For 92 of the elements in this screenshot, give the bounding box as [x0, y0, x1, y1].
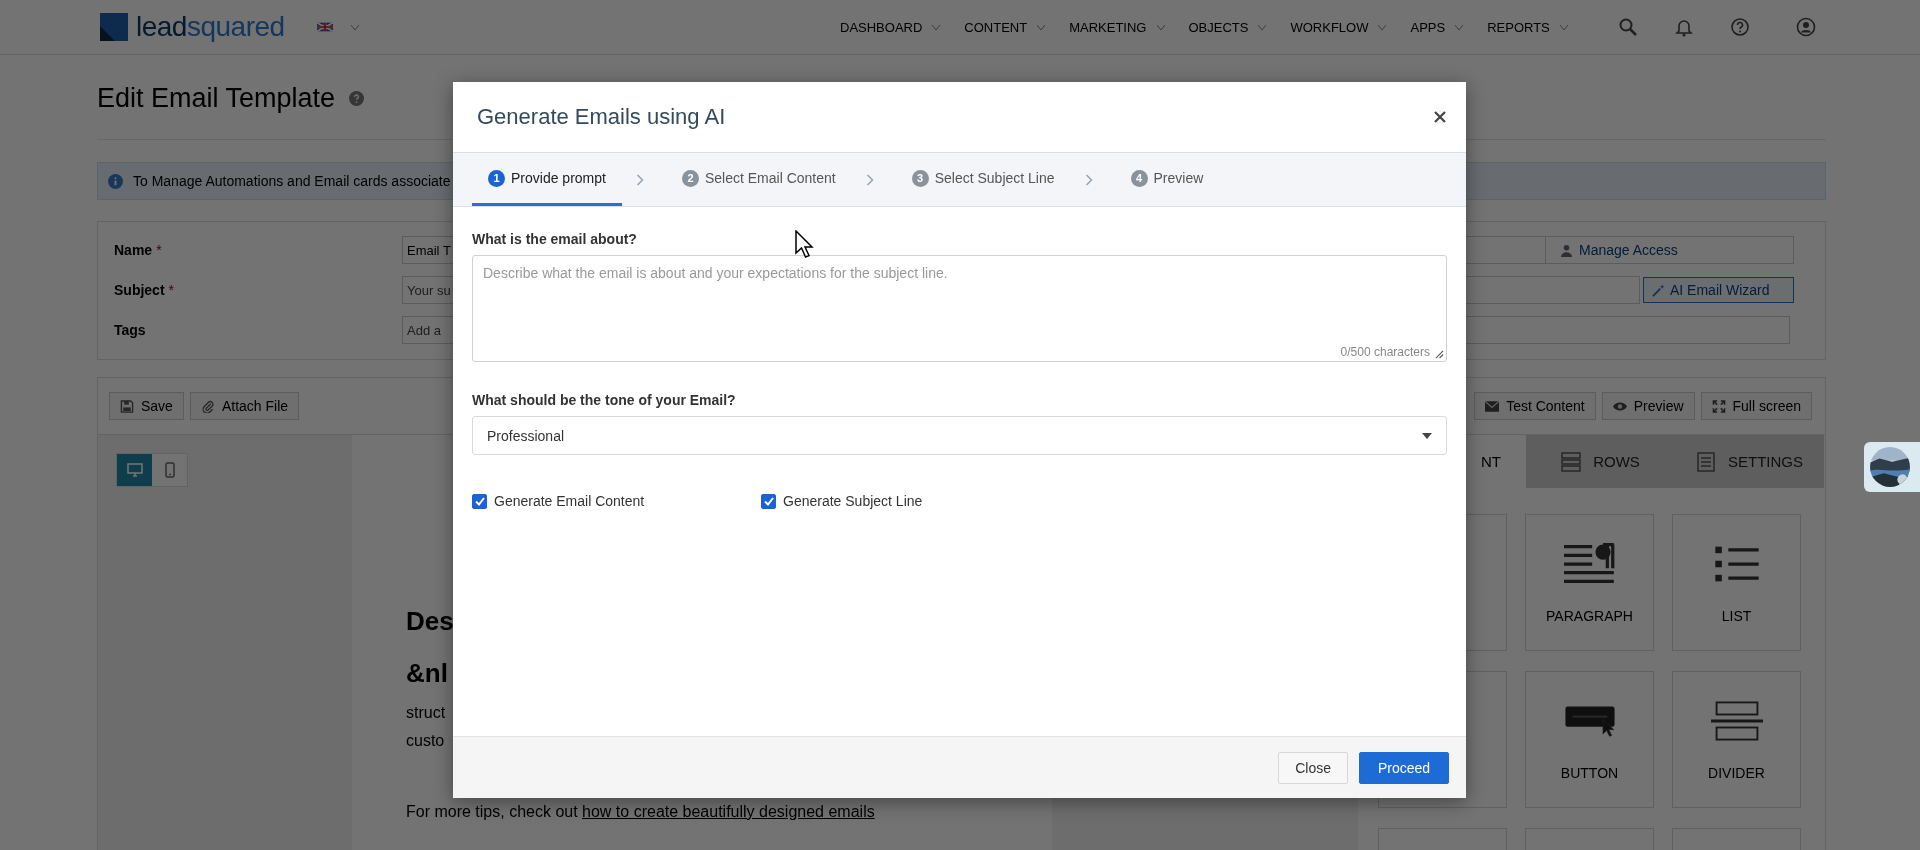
caret-icon [350, 24, 359, 30]
caret-icon [1258, 24, 1267, 30]
email-text: struct [406, 703, 447, 723]
rows-icon [1561, 451, 1582, 472]
content-block[interactable]: PARAGRAPH [1525, 514, 1654, 651]
user-icon[interactable] [1795, 17, 1816, 37]
required-mark: * [168, 282, 175, 298]
ai-wizard-button[interactable]: AI Email Wizard [1643, 277, 1794, 303]
bell-icon[interactable] [1673, 17, 1694, 37]
cursor-icon [795, 230, 815, 260]
step-tab[interactable]: 2 Select Email Content [665, 153, 852, 206]
block-label: BUTTON [1560, 764, 1619, 781]
field-label: Subject [114, 282, 165, 298]
mobile-view-button[interactable] [152, 454, 187, 486]
field-label: Tags [114, 322, 146, 338]
toolbar-button[interactable]: Attach File [189, 392, 300, 420]
chevron-icon [865, 173, 874, 186]
toolbar-button[interactable]: Full screen [1700, 392, 1812, 420]
panel-tab[interactable]: ROWS [1526, 435, 1675, 488]
caret-icon [1037, 24, 1046, 30]
step-tab[interactable]: 4 Preview [1114, 153, 1220, 206]
content-block[interactable]: BUTTON [1525, 671, 1654, 808]
prompt-textarea[interactable]: Describe what the email is about and your expectations for the subject line. 0/500 characters [472, 255, 1447, 362]
email-text: custo [406, 731, 446, 751]
nav-link[interactable]: APPS [1410, 19, 1446, 35]
caret-icon [1422, 432, 1432, 439]
logo-text[interactable]: leadsquared [136, 11, 285, 43]
block-label: PARAGRAPH [1546, 607, 1633, 624]
nav-link[interactable]: OBJECTS [1188, 19, 1249, 35]
manage-access-link[interactable]: Manage Access [1546, 236, 1794, 264]
toolbar-button[interactable]: Save [109, 392, 184, 420]
desktop-view-button[interactable] [117, 454, 152, 486]
panel-tab[interactable]: SETTINGS [1675, 435, 1824, 488]
checkbox[interactable] [472, 493, 487, 509]
caret-icon [1156, 24, 1165, 30]
caret-icon [1455, 24, 1464, 30]
help-icon[interactable] [1729, 17, 1750, 37]
page-title: Edit Email Template [97, 82, 336, 114]
email-heading: Des [406, 605, 455, 638]
help-icon[interactable] [349, 90, 365, 106]
content-block[interactable]: LIST [1672, 514, 1801, 651]
document-icon [1696, 451, 1716, 472]
save-icon [120, 399, 134, 413]
checkbox-label: Generate Email Content [494, 493, 645, 509]
block-label: DIVIDER [1708, 764, 1765, 781]
chat-widget[interactable] [1864, 442, 1920, 492]
checkbox[interactable] [761, 493, 776, 509]
desktop-icon [126, 462, 143, 478]
field-label: Name [114, 242, 153, 258]
close-button[interactable]: Close [1278, 751, 1348, 784]
wand-icon [1652, 283, 1665, 297]
fullscreen-icon [1711, 399, 1726, 413]
block-label: LIST [1721, 607, 1752, 624]
close-icon[interactable] [1434, 111, 1446, 123]
proceed-button[interactable]: Proceed [1359, 751, 1449, 784]
checkbox-label: Generate Subject Line [783, 493, 923, 509]
nav-link[interactable]: MARKETING [1069, 19, 1147, 35]
logo-icon [100, 13, 128, 41]
toolbar-button[interactable]: Test Content [1474, 392, 1596, 420]
step-tab[interactable]: 1 Provide prompt [472, 153, 622, 206]
tone-select[interactable]: Professional [472, 416, 1447, 455]
resize-handle-icon[interactable] [1435, 350, 1444, 359]
nav-link[interactable]: CONTENT [964, 19, 1028, 35]
email-heading: &nl [406, 657, 449, 690]
toolbar-button[interactable]: Preview [1601, 392, 1695, 420]
flag-icon[interactable] [316, 22, 333, 32]
required-mark: * [156, 242, 162, 258]
check-icon [762, 495, 775, 507]
nav-link[interactable]: REPORTS [1487, 19, 1550, 35]
chevron-icon [635, 173, 644, 186]
nav-link[interactable]: WORKFLOW [1290, 19, 1369, 35]
tips-link[interactable]: how to create beautifully designed emails [582, 803, 875, 820]
step-tab[interactable]: 3 Select Subject Line [895, 153, 1071, 206]
search-icon[interactable] [1617, 17, 1638, 37]
caret-icon [932, 24, 941, 30]
envelope-icon [1485, 399, 1500, 413]
caret-icon [1378, 24, 1387, 30]
nav-link[interactable]: DASHBOARD [840, 19, 923, 35]
caret-icon [1559, 24, 1568, 30]
paragraph-icon [1563, 541, 1616, 586]
paperclip-icon [200, 399, 215, 413]
character-counter: 0/500 characters [1340, 345, 1430, 359]
person-icon [1560, 243, 1573, 257]
check-icon [473, 495, 486, 507]
content-block[interactable]: DIVIDER [1672, 671, 1801, 808]
field-label: What should be the tone of your Email? [472, 392, 736, 408]
chevron-icon [1084, 173, 1093, 186]
info-icon [108, 173, 123, 189]
field-label: What is the email about? [472, 231, 637, 247]
dialog-title: Generate Emails using AI [477, 104, 726, 130]
email-tip: For more tips, check out how to create beautifully designed emails [406, 803, 876, 821]
info-text: To Manage Automations and Email cards associate [133, 173, 451, 189]
